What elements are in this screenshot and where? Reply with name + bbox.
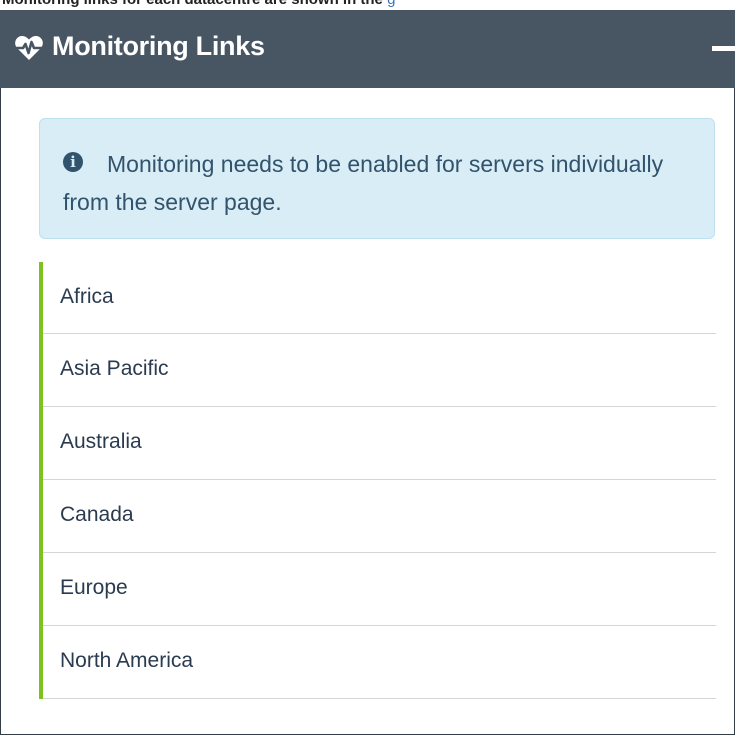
monitoring-page: Monitoring links for each datacentre are… xyxy=(0,0,735,736)
minus-icon xyxy=(712,46,735,51)
link-item-europe[interactable]: Europe xyxy=(43,553,716,626)
link-item-asia-pacific[interactable]: Asia Pacific xyxy=(43,334,716,407)
info-message: Monitoring needs to be enabled for serve… xyxy=(63,151,664,215)
info-alert: Monitoring needs to be enabled for serve… xyxy=(39,118,715,239)
datacentre-links-list: Africa Asia Pacific Australia Canada Eur… xyxy=(39,262,716,699)
cropped-heading-text: Monitoring links for each datacentre are… xyxy=(2,0,383,8)
link-label[interactable]: Australia xyxy=(60,430,142,454)
monitoring-links-panel: Monitoring Links Monitoring needs to be … xyxy=(0,10,735,735)
collapse-button[interactable] xyxy=(708,32,735,66)
panel-title: Monitoring Links xyxy=(52,31,265,61)
link-item-australia[interactable]: Australia xyxy=(43,407,716,480)
link-item-canada[interactable]: Canada xyxy=(43,480,716,553)
link-item-africa[interactable]: Africa xyxy=(43,262,716,334)
heartbeat-icon xyxy=(14,36,44,60)
panel-header: Monitoring Links xyxy=(0,10,735,88)
link-label[interactable]: Canada xyxy=(60,503,134,527)
link-label[interactable]: Asia Pacific xyxy=(60,357,169,381)
link-item-north-america[interactable]: North America xyxy=(43,626,716,699)
cropped-link[interactable]: g xyxy=(387,0,395,8)
link-label[interactable]: North America xyxy=(60,649,193,673)
cropped-page-text: Monitoring links for each datacentre are… xyxy=(0,0,735,10)
link-label[interactable]: Africa xyxy=(60,285,114,309)
link-label[interactable]: Europe xyxy=(60,576,128,600)
